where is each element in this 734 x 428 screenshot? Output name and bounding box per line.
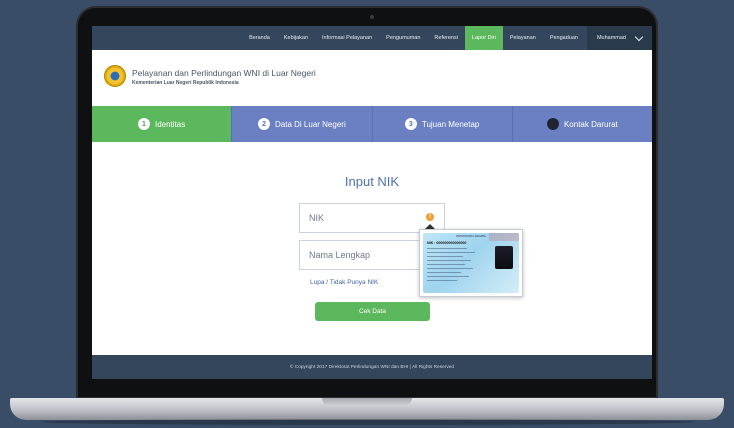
site-subtitle: Kementerian Luar Negeri Republik Indones… xyxy=(132,80,239,86)
step-label: Data Di Luar Negeri xyxy=(275,119,346,129)
nav-item-kebijakan[interactable]: Kebijakan xyxy=(277,26,315,50)
nav-item-lapor-diri[interactable]: Lapor Diri xyxy=(464,26,503,50)
form-title: Input NIK xyxy=(344,174,400,189)
laptop-camera xyxy=(370,15,374,19)
ktp-header: PROVINSI DKI JAKARTA xyxy=(456,235,486,238)
user-menu[interactable]: Muhammad xyxy=(586,26,652,50)
check-data-button[interactable]: Cek Data xyxy=(315,302,430,321)
forgot-nik-link[interactable]: Lupa / Tidak Punya NIK xyxy=(310,279,378,286)
nav-item-pelayanan[interactable]: Pelayanan xyxy=(503,26,543,50)
laptop-shadow xyxy=(40,419,694,425)
step-number xyxy=(546,118,559,130)
ktp-line xyxy=(427,280,457,282)
nav-item-informasi-pelayanan[interactable]: Informasi Pelayanan xyxy=(315,26,379,50)
step-number: 2 xyxy=(258,118,271,130)
ktp-nik: NIK : 000000000000000 xyxy=(427,241,467,245)
ktp-line xyxy=(427,272,461,274)
ktp-line xyxy=(427,264,465,266)
ktp-line xyxy=(427,276,469,278)
step-label: Identitas xyxy=(155,119,186,129)
info-icon[interactable]: ! xyxy=(426,213,434,221)
site-title: Pelayanan dan Perlindungan WNI di Luar N… xyxy=(132,68,316,78)
user-name: Muhammad xyxy=(596,35,626,41)
step-data-di-luar-negeri[interactable]: 2 Data Di Luar Negeri xyxy=(231,106,372,142)
nav-item-pengumuman[interactable]: Pengumuman xyxy=(379,26,427,50)
ktp-tooltip: PROVINSI DKI JAKARTA NIK : 0000000000000… xyxy=(419,229,523,297)
step-label: Tujuan Menetap xyxy=(421,119,480,129)
footer-copyright: © Copyright 2017 Direktorat Perlindungan… xyxy=(289,364,455,370)
ktp-line xyxy=(427,248,467,250)
step-label: Kontak Darurat xyxy=(563,119,618,129)
laptop-notch xyxy=(322,398,412,406)
step-progress: 1 Identitas 2 Data Di Luar Negeri 3 Tuju… xyxy=(92,106,652,142)
laptop-screen: Beranda Kebijakan Informasi Pelayanan Pe… xyxy=(92,26,652,379)
step-identitas[interactable]: 1 Identitas xyxy=(92,106,232,142)
site-header: Pelayanan dan Perlindungan WNI di Luar N… xyxy=(92,50,652,102)
nav-item-referensi[interactable]: Referensi xyxy=(427,26,465,50)
nav-item-beranda[interactable]: Beranda xyxy=(242,26,277,50)
step-tujuan-menetap[interactable]: 3 Tujuan Menetap xyxy=(371,106,512,142)
step-kontak-darurat[interactable]: Kontak Darurat xyxy=(511,106,652,142)
logo-emblem[interactable] xyxy=(104,65,126,87)
ktp-line xyxy=(427,260,471,262)
step-number: 1 xyxy=(138,118,150,130)
ktp-line xyxy=(427,252,475,254)
ktp-photo xyxy=(495,246,513,269)
footer: © Copyright 2017 Direktorat Perlindungan… xyxy=(92,355,652,379)
top-navigation: Beranda Kebijakan Informasi Pelayanan Pe… xyxy=(92,26,652,50)
ktp-line xyxy=(427,268,473,270)
ktp-line xyxy=(427,256,463,258)
nav-item-pengaduan[interactable]: Pengaduan xyxy=(543,26,585,50)
chevron-down-icon xyxy=(634,32,644,41)
ktp-card-image: PROVINSI DKI JAKARTA NIK : 0000000000000… xyxy=(423,233,519,293)
step-number: 3 xyxy=(404,118,417,130)
